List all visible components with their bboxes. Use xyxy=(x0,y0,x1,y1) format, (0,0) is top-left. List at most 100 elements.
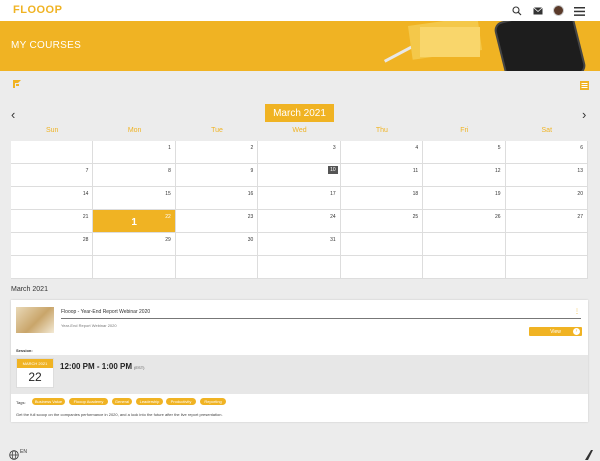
calendar-day-cell[interactable]: 29 xyxy=(93,233,176,256)
calendar-day-cell[interactable]: 19 xyxy=(423,187,506,210)
prev-month-button[interactable]: ‹ xyxy=(11,107,15,122)
calendar-day-cell[interactable]: 23 xyxy=(175,210,259,233)
calendar-day-number: 12 xyxy=(495,168,501,174)
calendar-day-number: 16 xyxy=(247,191,254,197)
calendar-day-cell[interactable] xyxy=(175,256,259,279)
calendar-day-cell[interactable] xyxy=(93,256,176,279)
session-date-day: 22 xyxy=(28,370,42,384)
calendar-day-number: 25 xyxy=(412,214,419,220)
weekday-label: Wed xyxy=(292,127,307,134)
calendar-day-cell[interactable]: 13 xyxy=(505,164,588,187)
calendar-day-cell[interactable]: 31 xyxy=(258,233,341,256)
search-icon[interactable] xyxy=(510,4,524,18)
calendar-day-number: 13 xyxy=(577,168,583,174)
calendar-day-number: 9 xyxy=(250,168,254,174)
calendar-day-number: 28 xyxy=(82,237,89,243)
session-label: Session: xyxy=(16,348,33,353)
calendar-day-cell[interactable] xyxy=(505,233,588,256)
calendar-day-number: 10 xyxy=(328,166,338,174)
tag-pill[interactable]: Productivity xyxy=(166,398,196,405)
month-selector[interactable]: March 2021 xyxy=(265,104,334,122)
calendar-day-cell[interactable]: 11 xyxy=(340,164,424,187)
brand-mark-icon xyxy=(585,447,593,460)
calendar-day-cell[interactable]: 27 xyxy=(505,210,588,233)
course-thumbnail[interactable] xyxy=(16,307,54,333)
calendar-day-cell[interactable] xyxy=(11,141,94,164)
calendar-day-number: 8 xyxy=(168,168,171,174)
mail-icon[interactable] xyxy=(531,4,545,18)
calendar-day-cell[interactable]: 22 1 xyxy=(93,210,176,233)
calendar-day-cell[interactable]: 2 xyxy=(175,141,259,164)
weekday-label: Tue xyxy=(211,127,223,134)
weekday-label: Sun xyxy=(45,127,59,134)
calendar-day-cell[interactable]: 6 xyxy=(505,141,588,164)
calendar-day-cell[interactable]: 5 xyxy=(423,141,506,164)
calendar-day-cell[interactable]: 9 xyxy=(175,164,259,187)
calendar-grid: 1 2 3 4 5 6 7 8 9 10 11 12 13 14 15 16 17 18 19 20 21 22 1 23 24… xyxy=(11,141,588,279)
tag-pill[interactable]: Reporting xyxy=(200,398,226,405)
calendar-day-cell[interactable]: 21 xyxy=(11,210,94,233)
calendar-day-cell[interactable]: 24 xyxy=(258,210,341,233)
top-bar: FLOOOP xyxy=(0,0,600,21)
calendar-day-cell[interactable]: 10 xyxy=(258,164,341,187)
view-button-label: View xyxy=(550,328,561,335)
hamburger-menu-icon[interactable] xyxy=(572,4,586,18)
calendar-day-cell[interactable]: 1 xyxy=(93,141,176,164)
tag-pill[interactable]: Leadership xyxy=(136,398,163,405)
calendar-list-icon[interactable] xyxy=(580,77,589,90)
calendar-day-cell[interactable] xyxy=(258,256,341,279)
calendar-day-number: 23 xyxy=(247,214,254,220)
tag-pill[interactable]: Flooop Academy xyxy=(69,398,108,405)
calendar-day-cell[interactable]: 26 xyxy=(423,210,506,233)
calendar-day-cell[interactable] xyxy=(340,233,424,256)
weekday-label: Fri xyxy=(460,127,469,134)
session-time: 12:00 PM - 1:00 PM (EST) xyxy=(60,362,144,371)
calendar-day-cell[interactable]: 20 xyxy=(505,187,588,210)
calendar-day-cell[interactable] xyxy=(505,256,588,279)
view-button[interactable]: View › xyxy=(529,327,582,336)
calendar-day-cell[interactable]: 15 xyxy=(93,187,176,210)
avatar[interactable] xyxy=(553,5,564,16)
calendar-day-number: 27 xyxy=(577,214,583,220)
calendar-day-cell[interactable]: 4 xyxy=(340,141,424,164)
calendar-day-cell[interactable]: 3 xyxy=(258,141,341,164)
tag-pill[interactable]: General xyxy=(112,398,132,405)
calendar-day-cell[interactable]: 30 xyxy=(175,233,259,256)
calendar-day-cell[interactable] xyxy=(11,256,94,279)
calendar-day-cell[interactable]: 16 xyxy=(175,187,259,210)
app-logo[interactable]: FLOOOP xyxy=(13,4,62,16)
tag-pill[interactable]: Business Value xyxy=(32,398,65,405)
page-title: MY COURSES xyxy=(11,40,82,51)
calendar-day-number: 15 xyxy=(165,191,171,197)
event-count-badge[interactable]: 1 xyxy=(93,217,174,228)
globe-icon[interactable] xyxy=(9,447,19,460)
calendar-day-cell[interactable]: 28 xyxy=(11,233,94,256)
calendar-day-number: 2 xyxy=(250,145,254,151)
more-options-icon[interactable]: ⋮ xyxy=(574,308,580,315)
calendar-day-number: 24 xyxy=(330,214,336,220)
flooop-mark-icon[interactable] xyxy=(12,76,22,88)
calendar-day-cell[interactable]: 12 xyxy=(423,164,506,187)
banner-notes-decoration-2 xyxy=(420,27,480,57)
calendar-day-cell[interactable]: 18 xyxy=(340,187,424,210)
calendar-day-number: 26 xyxy=(495,214,501,220)
calendar-day-number: 29 xyxy=(165,237,171,243)
calendar-day-cell[interactable]: 25 xyxy=(340,210,424,233)
language-selector[interactable]: EN xyxy=(20,449,27,455)
calendar-day-cell[interactable]: 7 xyxy=(11,164,94,187)
calendar-day-cell[interactable] xyxy=(423,256,506,279)
calendar-day-number: 19 xyxy=(495,191,501,197)
calendar-day-cell[interactable]: 14 xyxy=(11,187,94,210)
calendar-day-cell[interactable]: 8 xyxy=(93,164,176,187)
course-title[interactable]: Flooop - Year-End Report Webinar 2020 xyxy=(61,309,150,315)
next-month-button[interactable]: › xyxy=(582,107,586,122)
calendar-day-cell[interactable] xyxy=(340,256,424,279)
calendar-day-cell[interactable]: 17 xyxy=(258,187,341,210)
session-timezone: (EST) xyxy=(134,365,145,370)
weekday-label: Sat xyxy=(541,127,553,134)
calendar-day-number: 7 xyxy=(85,168,89,174)
calendar-day-cell[interactable] xyxy=(423,233,506,256)
calendar-day-number: 5 xyxy=(497,145,501,151)
weekday-label: Thu xyxy=(375,127,388,134)
calendar-day-number: 11 xyxy=(412,168,419,174)
